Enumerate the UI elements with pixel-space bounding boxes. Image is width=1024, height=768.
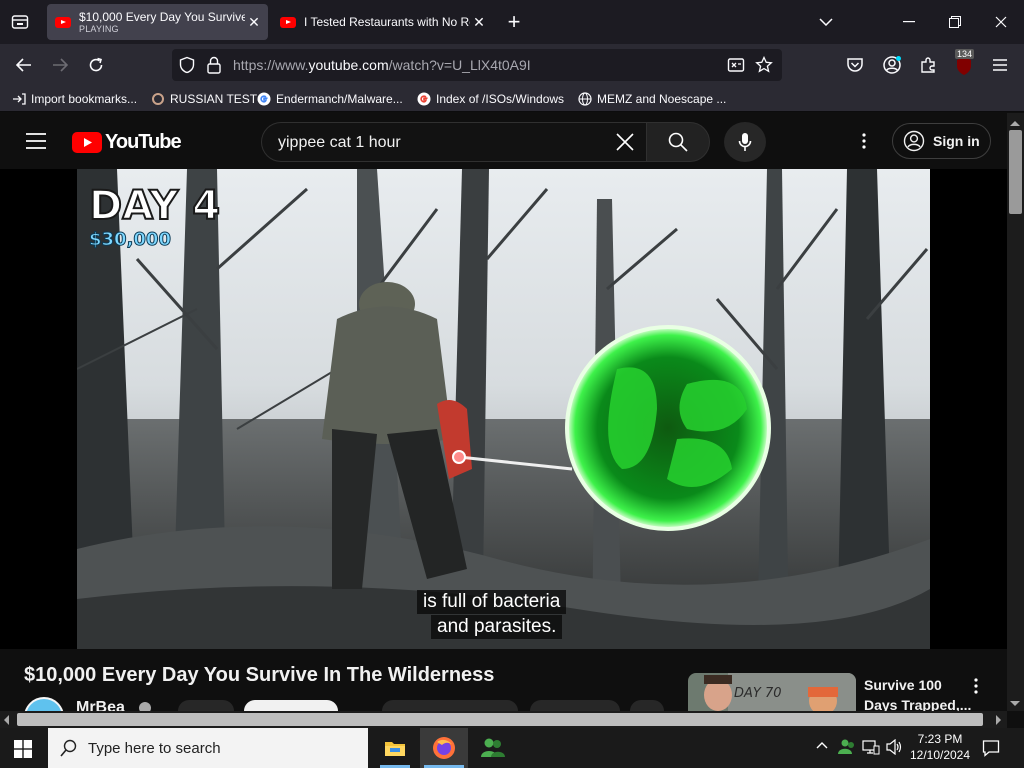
overlay-amount-text: $30,000 <box>89 229 171 250</box>
youtube-masthead: YouTube yippee cat 1 hour Sign in <box>0 113 1007 169</box>
globe-icon <box>578 92 592 106</box>
bookmark-import[interactable]: Import bookmarks... <box>12 90 137 108</box>
join-button[interactable] <box>178 700 234 711</box>
lock-icon[interactable] <box>206 56 222 74</box>
windows-start-icon[interactable] <box>14 740 32 758</box>
account-circle-icon <box>903 130 925 152</box>
network-icon[interactable] <box>862 739 880 755</box>
firefox-view-icon[interactable] <box>8 10 32 34</box>
close-tab-icon[interactable]: ✕ <box>471 14 487 30</box>
youtube-play-icon <box>72 132 102 153</box>
overlay-day-text: DAY 4 <box>89 183 220 229</box>
tab-strip: $10,000 Every Day You Survive In The Wil… <box>0 0 1024 44</box>
search-icon <box>668 132 688 152</box>
search-icon <box>60 739 77 757</box>
new-tab-icon[interactable]: + <box>502 9 526 34</box>
youtube-favicon-icon <box>280 16 296 28</box>
navigation-toolbar: https://www.youtube.com/watch?v=U_LlX4t0… <box>0 44 1024 86</box>
bookmark-endermanch[interactable]: Endermanch/Malware... <box>257 90 403 108</box>
messenger-people-icon[interactable] <box>474 728 512 768</box>
youtube-logo-text: YouTube <box>105 131 182 153</box>
sign-in-label: Sign in <box>933 133 980 149</box>
reader-translate-icon[interactable] <box>727 56 745 74</box>
caption-line-2: and parasites. <box>431 615 563 639</box>
scrollbar-thumb[interactable] <box>1009 130 1022 214</box>
url-text[interactable]: https://www.youtube.com/watch?v=U_LlX4t0… <box>233 57 531 73</box>
tab-inactive[interactable]: I Tested Restaurants with No Reviews ✕ <box>272 4 493 40</box>
firefox-taskbar-icon[interactable] <box>420 728 468 768</box>
related-video-title[interactable]: Survive 100 Days Trapped,... <box>864 675 971 711</box>
svg-text:DAY 70: DAY 70 <box>734 686 782 701</box>
bookmark-index-isos[interactable]: Index of /ISOs/Windows <box>417 90 564 108</box>
extension-badge: 134 <box>955 49 975 59</box>
subscribe-button[interactable] <box>244 700 338 711</box>
clock-date: 12/10/2024 <box>909 748 971 762</box>
settings-kebab-icon[interactable] <box>861 132 867 150</box>
channel-name[interactable]: MrBea <box>76 699 125 711</box>
search-button[interactable] <box>646 122 710 162</box>
bookmarks-toolbar: Import bookmarks... RUSSIAN TEST Enderma… <box>0 86 1024 112</box>
tracking-shield-icon[interactable] <box>178 56 196 74</box>
page-scrollbar[interactable] <box>1007 113 1024 728</box>
video-title: $10,000 Every Day You Survive In The Wil… <box>24 664 495 686</box>
address-bar[interactable]: https://www.youtube.com/watch?v=U_LlX4t0… <box>172 49 782 81</box>
taskbar-search-placeholder: Type here to search <box>88 739 221 757</box>
google-icon <box>257 92 271 106</box>
account-icon[interactable] <box>880 53 904 77</box>
verified-check-icon <box>139 702 151 711</box>
tab-title: I Tested Restaurants with No Reviews <box>304 15 470 29</box>
horizontal-scrollbar[interactable] <box>0 711 1007 728</box>
search-input[interactable]: yippee cat 1 hour <box>261 122 647 162</box>
microphone-icon <box>738 133 752 151</box>
caption-line-1: is full of bacteria <box>417 590 567 614</box>
more-actions-button[interactable] <box>630 700 664 711</box>
show-hidden-icons-chevron-icon[interactable] <box>816 741 828 749</box>
search-query[interactable]: yippee cat 1 hour <box>278 134 401 152</box>
youtube-logo[interactable]: YouTube <box>72 131 182 154</box>
clear-search-icon[interactable] <box>616 133 634 151</box>
tab-active[interactable]: $10,000 Every Day You Survive In The Wil… <box>47 4 268 40</box>
windows-taskbar: Type here to search 7:23 PM 12/10/2024 <box>0 728 1024 768</box>
import-icon <box>13 93 26 105</box>
hamburger-menu-icon[interactable] <box>988 53 1012 77</box>
ublock-extension-icon[interactable]: 134 <box>952 49 976 77</box>
close-window-icon[interactable] <box>989 10 1013 34</box>
sign-in-button[interactable]: Sign in <box>892 123 991 159</box>
minimize-icon[interactable] <box>897 10 921 34</box>
extensions-puzzle-icon[interactable] <box>916 53 940 77</box>
tab-title: $10,000 Every Day You Survive In The Wil… <box>79 10 245 24</box>
like-dislike-button[interactable] <box>382 700 518 711</box>
taskbar-search-input[interactable]: Type here to search <box>48 728 368 768</box>
google-icon <box>417 92 431 106</box>
bookmark-star-icon[interactable] <box>755 56 773 74</box>
volume-icon[interactable] <box>885 739 903 755</box>
list-tabs-chevron-icon[interactable] <box>814 10 838 34</box>
voice-search-button[interactable] <box>724 122 766 162</box>
restore-icon[interactable] <box>943 10 967 34</box>
share-button[interactable] <box>530 700 620 711</box>
people-tray-icon[interactable] <box>838 738 856 756</box>
guide-menu-icon[interactable] <box>26 133 46 149</box>
close-tab-icon[interactable]: ✕ <box>246 14 262 30</box>
video-player[interactable]: DAY 4 $30,000 is full of bacteria and pa… <box>77 169 930 649</box>
related-more-icon[interactable] <box>973 677 979 695</box>
pocket-icon[interactable] <box>843 53 867 77</box>
bookmark-russian-test[interactable]: RUSSIAN TEST <box>151 90 257 108</box>
channel-avatar[interactable] <box>24 697 64 711</box>
file-explorer-icon[interactable] <box>376 728 414 768</box>
forward-arrow-icon[interactable] <box>48 53 72 77</box>
taskbar-clock[interactable]: 7:23 PM 12/10/2024 <box>908 731 972 763</box>
video-frame-image: DAY 4 $30,000 <box>77 169 930 649</box>
ring-icon <box>152 93 164 105</box>
tab-status: PLAYING <box>79 24 119 34</box>
related-video-thumbnail[interactable]: DAY 70 <box>688 673 856 711</box>
clock-time: 7:23 PM <box>917 732 963 746</box>
horizontal-scrollbar-thumb[interactable] <box>17 713 983 726</box>
bookmark-memz[interactable]: MEMZ and Noescape ... <box>578 90 726 108</box>
youtube-favicon-icon <box>55 16 71 28</box>
action-center-icon[interactable] <box>982 739 1000 757</box>
reload-icon[interactable] <box>84 53 108 77</box>
back-arrow-icon[interactable] <box>12 53 36 77</box>
